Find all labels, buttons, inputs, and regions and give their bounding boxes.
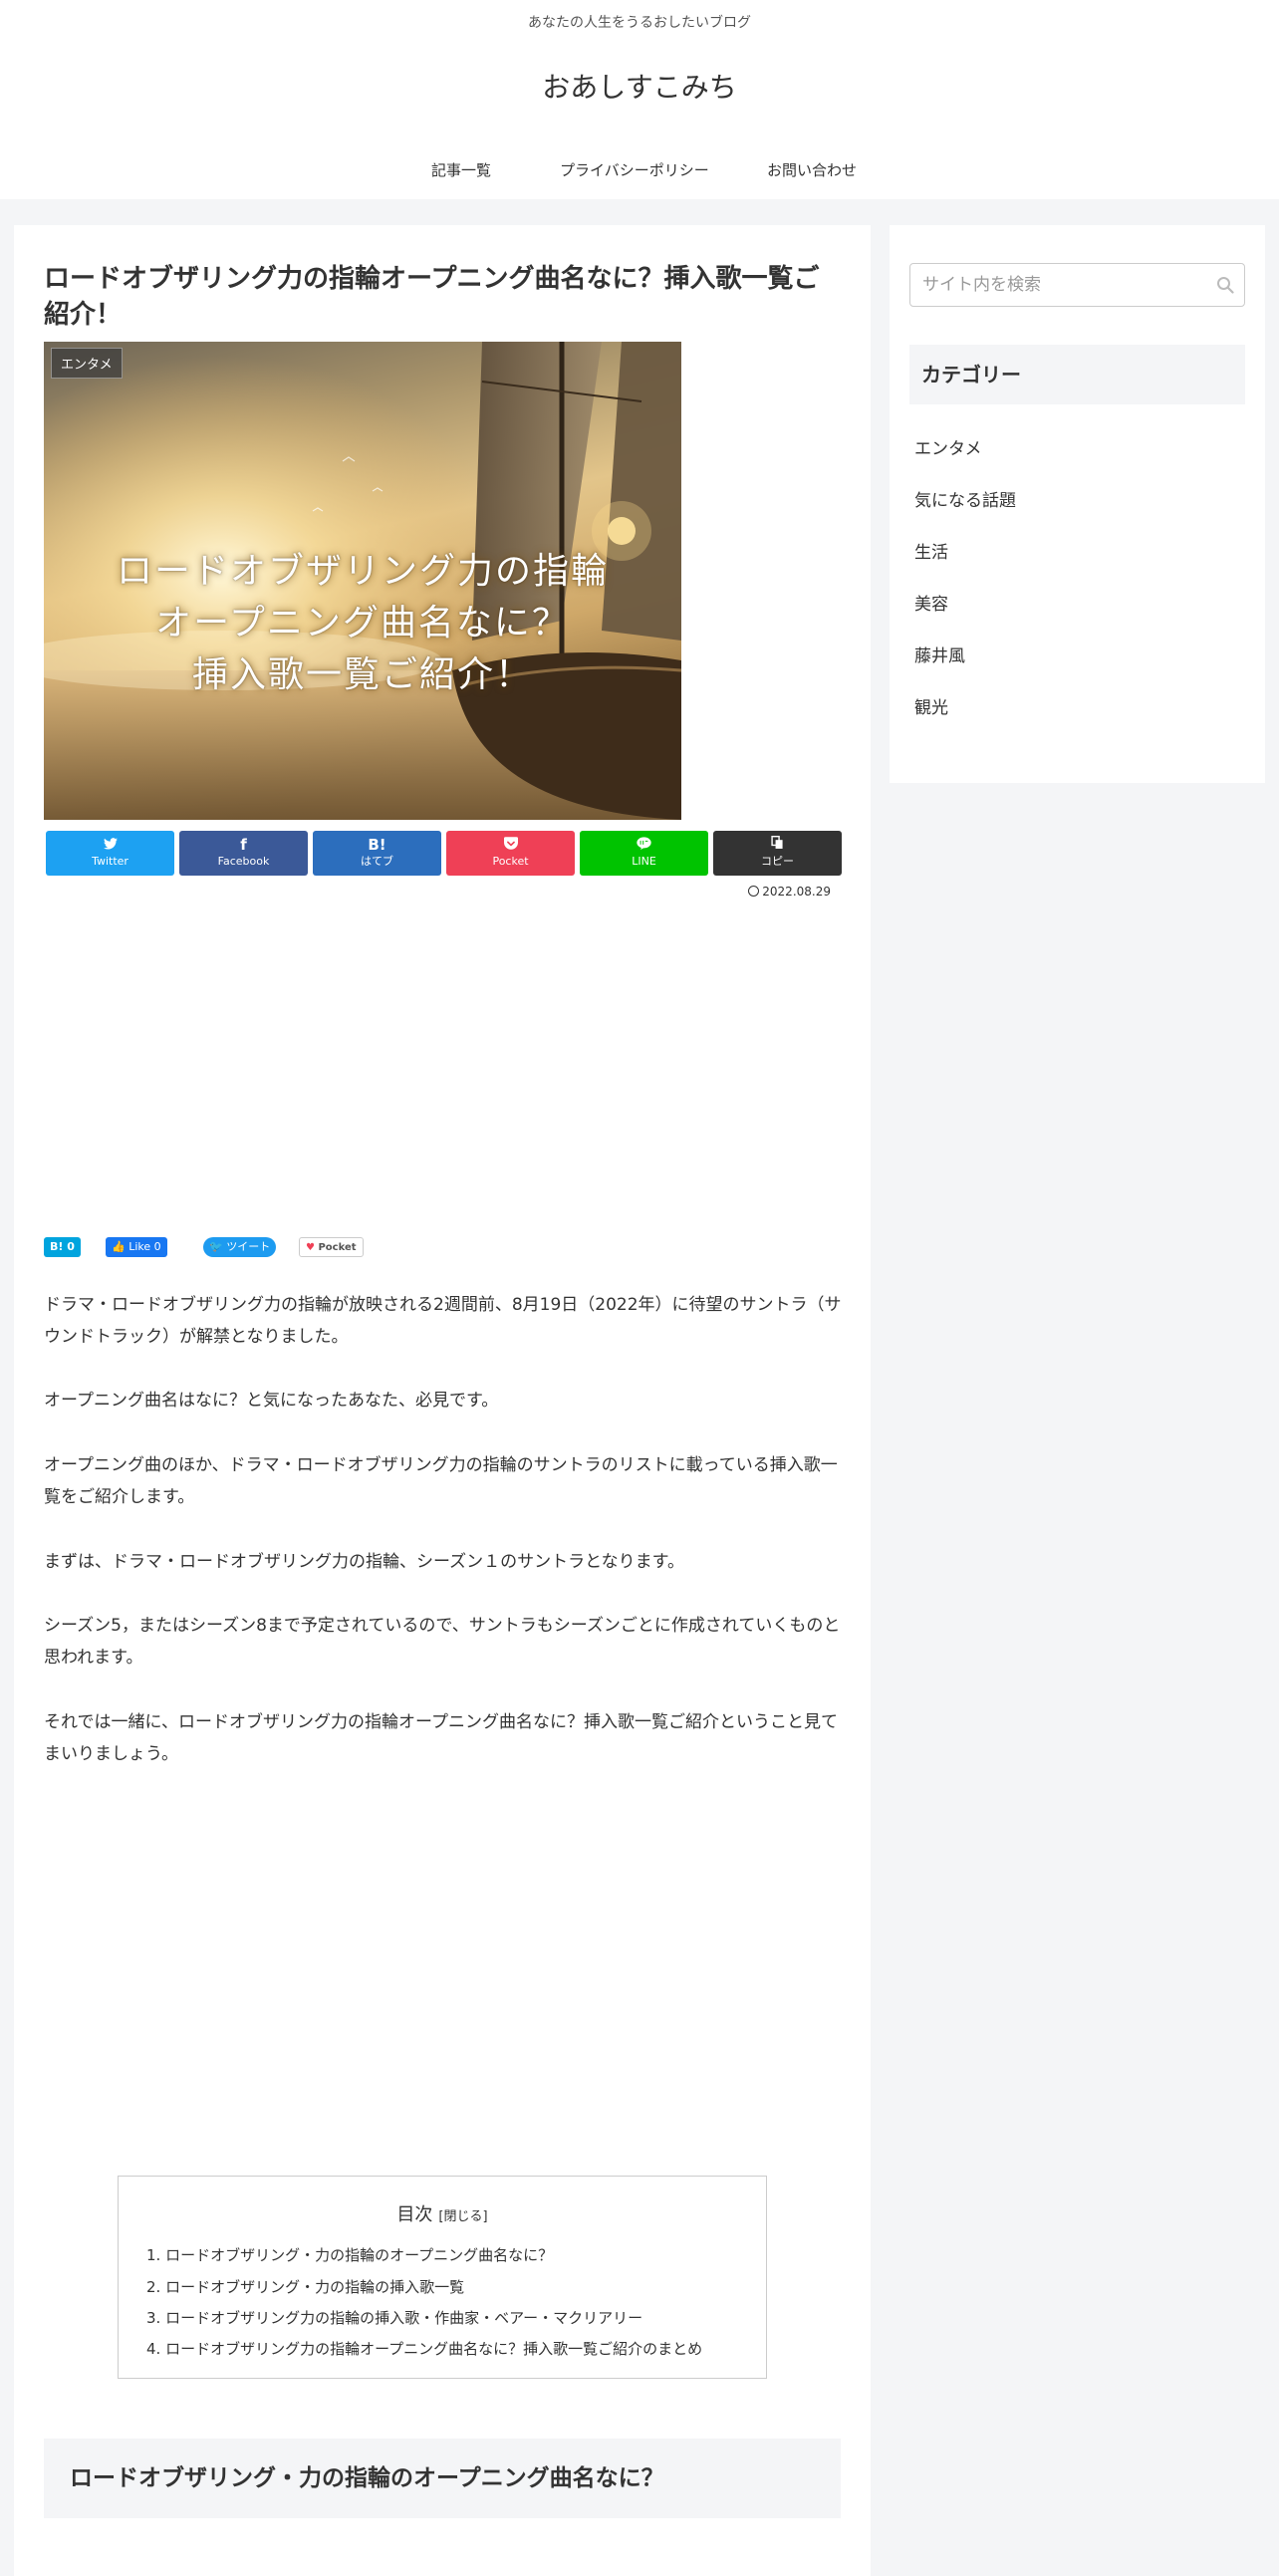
facebook-like-button[interactable]: 👍 Like 0 — [106, 1237, 167, 1257]
share-button-pocket[interactable]: Pocket — [446, 831, 575, 876]
share-counters: B! 0 👍 Like 0 🐦 ツイート ♥ Pocket — [44, 1237, 442, 1257]
category-item-life[interactable]: 生活 — [914, 538, 948, 563]
share-label-facebook: Facebook — [217, 855, 270, 868]
entry-title: ロードオブザリング力の指輪オープニング曲名なに？挿入歌一覧ご紹介！ — [44, 264, 820, 330]
category-item-beauty[interactable]: 美容 — [914, 590, 948, 615]
toc-item-4[interactable]: 4. ロードオブザリング力の指輪オープニング曲名なに？挿入歌一覧ご紹介のまとめ — [146, 2338, 702, 2359]
share-label-line: LINE — [632, 855, 656, 868]
tweet-label: ツイート — [226, 1240, 271, 1253]
post-date-text: 2022.08.29 — [762, 885, 831, 899]
paragraph-3: オープニング曲のほか、ドラマ・ロードオブザリング力の指輪のサントラのリストに載っ… — [44, 1455, 838, 1507]
share-button-copy[interactable]: コピー — [713, 831, 842, 876]
share-button-hatena[interactable]: B! はてブ — [313, 831, 441, 876]
nav-item-articles[interactable]: 記事一覧 — [431, 159, 491, 180]
eyecatch-overlay-text: ロードオブザリング力の指輪 オープニング曲名なに？ 挿入歌一覧ご紹介！ — [44, 546, 681, 701]
category-label[interactable]: エンタメ — [51, 348, 123, 379]
share-label-pocket: Pocket — [492, 855, 529, 868]
share-button-line[interactable]: LINE — [580, 831, 708, 876]
pocket-save-button[interactable]: ♥ Pocket — [299, 1237, 364, 1257]
hatena-icon: B! — [368, 836, 386, 854]
category-widget-title: カテゴリー — [909, 345, 1245, 404]
share-label-twitter: Twitter — [92, 855, 128, 868]
toc-item-1[interactable]: 1. ロードオブザリング・力の指輪のオープニング曲名なに？ — [146, 2244, 553, 2265]
pocket-icon — [446, 836, 575, 854]
main-content: ロードオブザリング力の指輪オープニング曲名なに？ 挿入歌一覧ご紹介！ エンタメ ロ… — [14, 225, 871, 2576]
search-input[interactable] — [911, 265, 1200, 305]
paragraph-4: まずは、ドラマ・ロードオブザリング力の指輪、シーズン１のサントラとなります。 — [44, 1552, 684, 1572]
share-label-hatena: はてブ — [361, 855, 393, 868]
eyecatch-line-2: オープニング曲名なに？ — [155, 603, 570, 644]
toc-close-toggle[interactable]: [閉じる] — [438, 2209, 487, 2224]
toc-title: 目次 [閉じる] — [119, 2200, 766, 2226]
toc-title-text: 目次 — [396, 2204, 433, 2225]
paragraph-6: それでは一緒に、ロードオブザリング力の指輪オープニング曲名なに？挿入歌一覧ご紹介… — [44, 1712, 838, 1764]
pocket-save-label: Pocket — [318, 1242, 357, 1253]
search-icon[interactable] — [1216, 276, 1234, 294]
search-box — [909, 263, 1245, 307]
toc-item-3[interactable]: 3. ロードオブザリング力の指輪の挿入歌・作曲家・ベアー・マクリアリー — [146, 2307, 642, 2328]
twitter-icon — [46, 836, 174, 854]
facebook-like-label: Like 0 — [128, 1240, 161, 1253]
paragraph-1: ドラマ・ロードオブザリング力の指輪が放映される2週間前、8月19日（2022年）… — [44, 1295, 842, 1347]
paragraph-5: シーズン5，またはシーズン8まで予定されているので、サントラもシーズンごとに作成… — [44, 1616, 841, 1668]
global-nav: 記事一覧 プライバシーポリシー お問い合わせ — [0, 159, 1279, 181]
category-item-fujii-kaze[interactable]: 藤井風 — [914, 642, 965, 666]
tweet-button[interactable]: 🐦 ツイート — [203, 1237, 277, 1257]
sidebar: カテゴリー エンタメ 気になる話題 生活 美容 藤井風 観光 — [890, 225, 1265, 783]
category-item-topics[interactable]: 気になる話題 — [914, 486, 1016, 511]
pocket-mini-icon: ♥ — [306, 1242, 315, 1253]
post-date: 2022.08.29 — [748, 885, 831, 899]
clock-icon — [748, 886, 760, 897]
eyecatch-line-3: 挿入歌一覧ご紹介！ — [191, 654, 533, 695]
share-button-facebook[interactable]: f Facebook — [179, 831, 308, 876]
nav-item-privacy-policy[interactable]: プライバシーポリシー — [560, 159, 709, 180]
site-tagline: あなたの人生をうるおしたいブログ — [528, 15, 751, 31]
category-item-sightseeing[interactable]: 観光 — [914, 693, 948, 718]
eyecatch-line-1: ロードオブザリング力の指輪 — [116, 551, 609, 592]
toc-item-2[interactable]: 2. ロードオブザリング・力の指輪の挿入歌一覧 — [146, 2276, 464, 2297]
paragraph-2: オープニング曲名はなに？と気になったあなた、必見です。 — [44, 1391, 499, 1411]
nav-item-contact[interactable]: お問い合わせ — [767, 159, 857, 180]
share-buttons: Twitter f Facebook B! はてブ Pocket LINE コピ… — [46, 831, 851, 877]
site-title[interactable]: おあしすこみち — [0, 66, 1279, 106]
table-of-contents: 目次 [閉じる] 1. ロードオブザリング・力の指輪のオープニング曲名なに？ 2.… — [118, 2176, 767, 2379]
site-header: あなたの人生をうるおしたいブログ おあしすこみち 記事一覧 プライバシーポリシー… — [0, 0, 1279, 199]
facebook-icon: f — [240, 836, 247, 854]
copy-icon — [713, 836, 842, 854]
hatena-count-button[interactable]: B! 0 — [44, 1237, 81, 1257]
share-button-twitter[interactable]: Twitter — [46, 831, 174, 876]
ad-space-middle — [44, 1799, 841, 2138]
line-icon — [580, 836, 708, 854]
ad-space-top — [44, 922, 841, 1221]
share-label-copy: コピー — [761, 855, 794, 868]
category-item-entertainment[interactable]: エンタメ — [914, 434, 982, 459]
section-heading-1: ロードオブザリング・力の指輪のオープニング曲名なに？ — [44, 2439, 841, 2518]
